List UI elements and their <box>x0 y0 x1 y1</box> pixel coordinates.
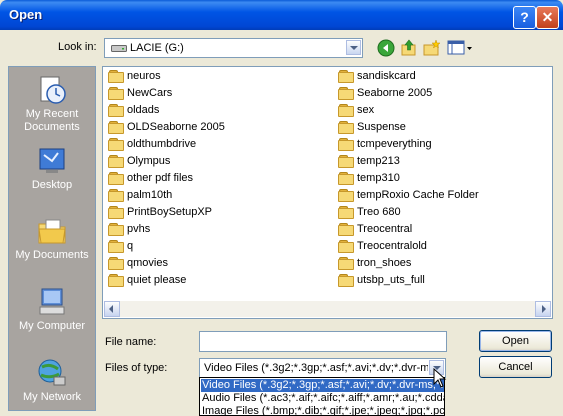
list-item[interactable]: pvhs <box>108 223 150 240</box>
place-my-recent-documents[interactable]: My Recent Documents <box>9 74 95 134</box>
chevron-down-icon[interactable] <box>346 40 361 55</box>
folder-icon <box>108 104 124 118</box>
place-my-documents[interactable]: My Documents <box>9 215 95 262</box>
file-name-label: File name: <box>105 336 157 348</box>
place-my-network[interactable]: My Network <box>9 357 95 404</box>
folder-icon <box>108 138 124 152</box>
desktop-icon <box>36 145 68 177</box>
list-item[interactable]: tcmpeverything <box>338 138 432 155</box>
folder-icon <box>338 257 354 271</box>
list-item[interactable]: NewCars <box>108 87 172 104</box>
place-label: My Network <box>22 391 82 403</box>
list-item[interactable]: Suspense <box>338 121 406 138</box>
drive-icon <box>111 44 127 52</box>
list-item[interactable]: oldthumbdrive <box>108 138 196 155</box>
folder-icon <box>338 240 354 254</box>
files-of-type-select[interactable]: Video Files (*.3g2;*.3gp;*.asf;*.avi;*.d… <box>199 358 446 378</box>
place-label: My Computer <box>18 320 86 332</box>
list-item[interactable]: other pdf files <box>108 172 193 189</box>
folder-icon <box>338 138 354 152</box>
folder-icon <box>338 172 354 186</box>
list-item[interactable]: sex <box>338 104 374 121</box>
list-item[interactable]: q <box>108 240 133 257</box>
folder-icon <box>338 206 354 220</box>
place-label: Desktop <box>31 179 73 191</box>
dialog-title: Open <box>9 7 43 22</box>
folder-icon <box>108 87 124 101</box>
list-item[interactable]: Seaborne 2005 <box>338 87 432 104</box>
list-item[interactable]: sandiskcard <box>338 70 416 87</box>
list-item[interactable]: neuros <box>108 70 161 87</box>
place-desktop[interactable]: Desktop <box>9 145 95 192</box>
files-of-type-value: Video Files (*.3g2;*.3gp;*.asf;*.avi;*.d… <box>204 362 428 374</box>
list-item[interactable]: PrintBoySetupXP <box>108 206 212 223</box>
back-icon[interactable] <box>377 39 395 57</box>
folder-icon <box>108 155 124 169</box>
title-bar[interactable]: Open ? ✕ <box>0 0 563 30</box>
list-item[interactable]: tron_shoes <box>338 257 411 274</box>
list-item[interactable]: utsbp_uts_full <box>338 274 425 291</box>
folder-icon <box>108 206 124 220</box>
list-item[interactable]: OLDSeaborne 2005 <box>108 121 225 138</box>
my-network-icon <box>36 357 68 389</box>
up-folder-icon[interactable] <box>400 39 418 57</box>
list-item[interactable]: temp310 <box>338 172 400 189</box>
cancel-button[interactable]: Cancel <box>479 356 552 378</box>
list-item[interactable]: Treocentral <box>338 223 412 240</box>
list-item[interactable]: qmovies <box>108 257 168 274</box>
look-in-label: Look in: <box>58 41 97 53</box>
folder-icon <box>108 223 124 237</box>
my-computer-icon <box>36 286 68 318</box>
folder-icon <box>108 189 124 203</box>
new-folder-icon[interactable] <box>423 39 441 57</box>
list-item[interactable]: Treocentralold <box>338 240 427 257</box>
folder-icon <box>338 104 354 118</box>
scroll-left-icon[interactable] <box>104 301 120 317</box>
help-button[interactable]: ? <box>513 6 536 29</box>
folder-icon <box>338 274 354 288</box>
list-item[interactable]: palm10th <box>108 189 172 206</box>
look-in-value: LACIE (G:) <box>130 42 184 54</box>
my-documents-icon <box>36 215 68 247</box>
list-item[interactable]: quiet please <box>108 274 186 291</box>
place-my-computer[interactable]: My Computer <box>9 286 95 333</box>
files-of-type-label: Files of type: <box>105 362 168 374</box>
folder-icon <box>108 257 124 271</box>
place-label: My Documents <box>15 249 89 261</box>
folder-icon <box>108 172 124 186</box>
horizontal-scrollbar[interactable] <box>104 301 551 317</box>
folder-icon <box>338 87 354 101</box>
folder-icon <box>108 70 124 84</box>
folder-icon <box>108 274 124 288</box>
folder-icon <box>108 121 124 135</box>
folder-icon <box>338 223 354 237</box>
folder-icon <box>338 70 354 84</box>
file-name-field[interactable] <box>199 331 447 352</box>
files-of-type-options: Video Files (*.3g2;*.3gp;*.asf;*.avi;*.d… <box>199 377 445 416</box>
folder-icon <box>108 240 124 254</box>
list-item[interactable]: Treo 680 <box>338 206 401 223</box>
option-image-files[interactable]: Image Files (*.bmp;*.dib;*.gif;*.jpe;*.j… <box>202 405 444 415</box>
list-item[interactable]: oldads <box>108 104 159 121</box>
open-button[interactable]: Open <box>479 330 552 352</box>
list-item[interactable]: tempRoxio Cache Folder <box>338 189 479 206</box>
close-button[interactable]: ✕ <box>536 6 559 29</box>
open-dialog: Open ? ✕ Look in: LACIE (G:) My Recent D… <box>0 0 563 416</box>
list-item[interactable]: Olympus <box>108 155 170 172</box>
folder-icon <box>338 189 354 203</box>
look-in-dropdown[interactable]: LACIE (G:) <box>104 38 363 58</box>
view-menu-icon[interactable] <box>447 39 473 57</box>
recent-documents-icon <box>36 74 68 106</box>
places-bar: My Recent Documents Desktop My Documents… <box>8 66 96 411</box>
list-item[interactable]: temp213 <box>338 155 400 172</box>
place-label: My Recent <box>25 108 79 120</box>
scroll-right-icon[interactable] <box>535 301 551 317</box>
file-list[interactable]: neuros NewCars oldads OLDSeaborne 2005 o… <box>102 66 553 319</box>
folder-icon <box>338 155 354 169</box>
option-video-files[interactable]: Video Files (*.3g2;*.3gp;*.asf;*.avi;*.d… <box>201 379 444 392</box>
folder-icon <box>338 121 354 135</box>
place-label: Documents <box>24 121 80 133</box>
option-audio-files[interactable]: Audio Files (*.ac3;*.aif;*.aifc;*.aiff;*… <box>202 392 444 405</box>
